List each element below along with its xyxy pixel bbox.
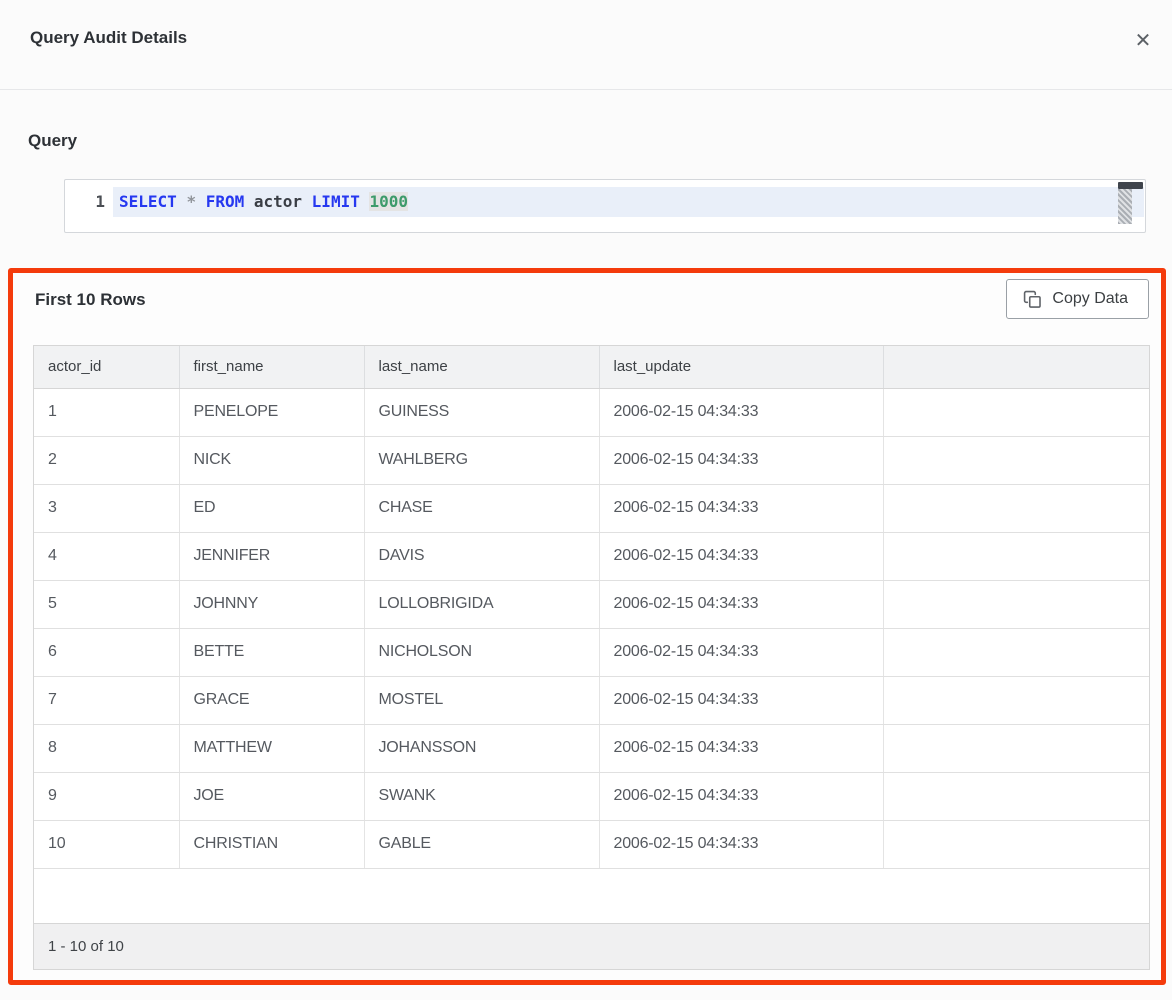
table-cell-last-name: GABLE bbox=[364, 820, 599, 868]
table-row: 3EDCHASE2006-02-15 04:34:33 bbox=[34, 484, 1149, 532]
table-cell-empty bbox=[883, 820, 1149, 868]
table-cell-first-name: ED bbox=[179, 484, 364, 532]
column-header-first-name[interactable]: first_name bbox=[179, 346, 364, 388]
table-cell-empty bbox=[883, 676, 1149, 724]
table-cell-last-update: 2006-02-15 04:34:33 bbox=[599, 772, 883, 820]
sql-token-limit: LIMIT bbox=[312, 192, 370, 211]
table-cell-last-update: 2006-02-15 04:34:33 bbox=[599, 628, 883, 676]
table-cell-last-name: LOLLOBRIGIDA bbox=[364, 580, 599, 628]
table-cell-last-name: WAHLBERG bbox=[364, 436, 599, 484]
editor-scrollbar-track bbox=[1118, 189, 1132, 224]
table-cell-first-name: NICK bbox=[179, 436, 364, 484]
editor-scrollbar-thumb[interactable] bbox=[1118, 182, 1143, 189]
table-cell-first-name: BETTE bbox=[179, 628, 364, 676]
copy-data-label: Copy Data bbox=[1052, 290, 1128, 308]
results-table: actor_id first_name last_name last_updat… bbox=[33, 345, 1150, 970]
table-cell-empty bbox=[883, 388, 1149, 436]
table-cell-empty bbox=[883, 724, 1149, 772]
header-divider bbox=[0, 89, 1172, 90]
column-header-actor-id[interactable]: actor_id bbox=[34, 346, 179, 388]
table-cell-first-name: CHRISTIAN bbox=[179, 820, 364, 868]
table-cell-first-name: PENELOPE bbox=[179, 388, 364, 436]
table-cell-last-name: GUINESS bbox=[364, 388, 599, 436]
table-cell-last-update: 2006-02-15 04:34:33 bbox=[599, 724, 883, 772]
table-cell-empty bbox=[883, 580, 1149, 628]
table-cell-last-name: SWANK bbox=[364, 772, 599, 820]
query-section-label: Query bbox=[28, 131, 77, 151]
table-cell-empty bbox=[883, 436, 1149, 484]
table-cell-first-name: GRACE bbox=[179, 676, 364, 724]
table-cell-actor-id: 6 bbox=[34, 628, 179, 676]
pagination-status: 1 - 10 of 10 bbox=[48, 938, 124, 955]
table-row: 7GRACEMOSTEL2006-02-15 04:34:33 bbox=[34, 676, 1149, 724]
table-row: 1PENELOPEGUINESS2006-02-15 04:34:33 bbox=[34, 388, 1149, 436]
results-highlight-box: First 10 Rows Copy Data actor_id first_n… bbox=[8, 268, 1166, 985]
table-row: 4JENNIFERDAVIS2006-02-15 04:34:33 bbox=[34, 532, 1149, 580]
table-cell-last-update: 2006-02-15 04:34:33 bbox=[599, 820, 883, 868]
sql-token-number: 1000 bbox=[369, 192, 408, 211]
editor-scrollbar[interactable] bbox=[1118, 182, 1143, 228]
sql-token-table: actor bbox=[254, 192, 312, 211]
copy-icon bbox=[1023, 290, 1042, 309]
table-cell-actor-id: 4 bbox=[34, 532, 179, 580]
table-row: 2NICKWAHLBERG2006-02-15 04:34:33 bbox=[34, 436, 1149, 484]
table-row: 6BETTENICHOLSON2006-02-15 04:34:33 bbox=[34, 628, 1149, 676]
column-header-last-name[interactable]: last_name bbox=[364, 346, 599, 388]
table-cell-first-name: JENNIFER bbox=[179, 532, 364, 580]
column-header-empty bbox=[883, 346, 1149, 388]
table-cell-last-update: 2006-02-15 04:34:33 bbox=[599, 388, 883, 436]
copy-data-button[interactable]: Copy Data bbox=[1006, 279, 1149, 319]
table-cell-last-name: CHASE bbox=[364, 484, 599, 532]
table-filler bbox=[34, 869, 1149, 923]
table-cell-actor-id: 1 bbox=[34, 388, 179, 436]
table-cell-empty bbox=[883, 532, 1149, 580]
table-cell-last-update: 2006-02-15 04:34:33 bbox=[599, 580, 883, 628]
table-cell-last-update: 2006-02-15 04:34:33 bbox=[599, 484, 883, 532]
column-header-last-update[interactable]: last_update bbox=[599, 346, 883, 388]
table-cell-actor-id: 8 bbox=[34, 724, 179, 772]
table-cell-empty bbox=[883, 772, 1149, 820]
table-row: 8MATTHEWJOHANSSON2006-02-15 04:34:33 bbox=[34, 724, 1149, 772]
results-table-body: 1PENELOPEGUINESS2006-02-15 04:34:332NICK… bbox=[34, 388, 1149, 868]
pagination-bar: 1 - 10 of 10 bbox=[34, 923, 1149, 969]
table-cell-first-name: JOHNNY bbox=[179, 580, 364, 628]
table-cell-last-name: MOSTEL bbox=[364, 676, 599, 724]
table-row: 9JOESWANK2006-02-15 04:34:33 bbox=[34, 772, 1149, 820]
table-cell-last-update: 2006-02-15 04:34:33 bbox=[599, 532, 883, 580]
table-row: 5JOHNNYLOLLOBRIGIDA2006-02-15 04:34:33 bbox=[34, 580, 1149, 628]
table-cell-last-update: 2006-02-15 04:34:33 bbox=[599, 436, 883, 484]
table-header-row: actor_id first_name last_name last_updat… bbox=[34, 346, 1149, 388]
table-cell-last-name: DAVIS bbox=[364, 532, 599, 580]
modal-title: Query Audit Details bbox=[30, 28, 187, 48]
table-cell-actor-id: 2 bbox=[34, 436, 179, 484]
table-cell-last-update: 2006-02-15 04:34:33 bbox=[599, 676, 883, 724]
sql-token-from: FROM bbox=[206, 192, 254, 211]
table-cell-first-name: JOE bbox=[179, 772, 364, 820]
table-row: 10CHRISTIANGABLE2006-02-15 04:34:33 bbox=[34, 820, 1149, 868]
sql-code-line: SELECT * FROM actor LIMIT 1000 bbox=[119, 187, 408, 217]
table-cell-actor-id: 5 bbox=[34, 580, 179, 628]
table-cell-actor-id: 7 bbox=[34, 676, 179, 724]
table-cell-actor-id: 3 bbox=[34, 484, 179, 532]
close-icon: ✕ bbox=[1135, 30, 1152, 52]
sql-editor[interactable]: 1 SELECT * FROM actor LIMIT 1000 bbox=[64, 179, 1146, 233]
table-cell-last-name: NICHOLSON bbox=[364, 628, 599, 676]
table-cell-empty bbox=[883, 628, 1149, 676]
table-cell-last-name: JOHANSSON bbox=[364, 724, 599, 772]
close-button[interactable]: ✕ bbox=[1128, 26, 1158, 56]
sql-line-number: 1 bbox=[65, 187, 105, 217]
results-title: First 10 Rows bbox=[35, 290, 146, 310]
table-cell-empty bbox=[883, 484, 1149, 532]
sql-token-star: * bbox=[186, 192, 205, 211]
table-cell-first-name: MATTHEW bbox=[179, 724, 364, 772]
table-cell-actor-id: 10 bbox=[34, 820, 179, 868]
table-cell-actor-id: 9 bbox=[34, 772, 179, 820]
query-audit-details-modal: Query Audit Details ✕ Query 1 SELECT * F… bbox=[0, 0, 1172, 1000]
sql-token-select: SELECT bbox=[119, 192, 186, 211]
